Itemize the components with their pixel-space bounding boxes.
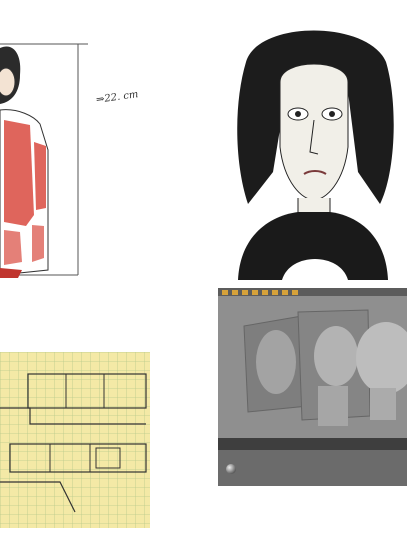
kitchen-blueprint-image[interactable] — [0, 352, 150, 528]
cad-viewport-image[interactable] — [218, 288, 407, 486]
portrait-drawing — [237, 30, 394, 280]
cad-attributes-panel — [218, 450, 407, 486]
material-preview-icon[interactable] — [226, 464, 236, 474]
kitchen-blueprint-drawing — [0, 352, 150, 528]
cad-toolbar — [218, 288, 407, 296]
head-models-scene — [218, 296, 407, 446]
portrait-drawing-image[interactable] — [218, 22, 407, 280]
cad-timeline[interactable] — [218, 438, 407, 450]
character-sketch-image[interactable]: ⇒22. cm — [0, 0, 190, 282]
character-sketch-drawing — [0, 43, 88, 278]
